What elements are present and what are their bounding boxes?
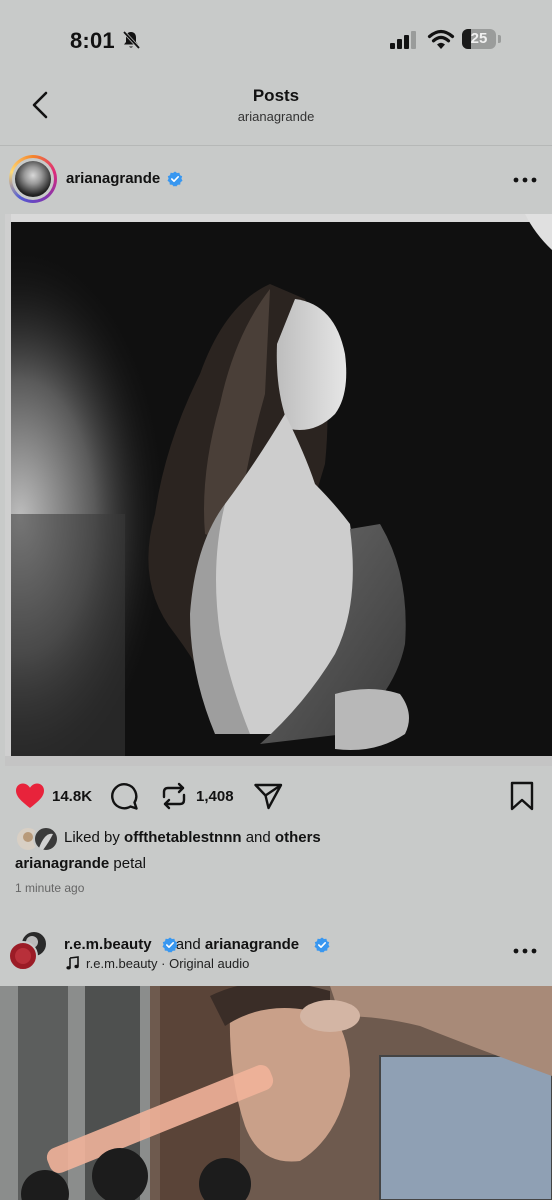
music-note-icon — [66, 956, 79, 970]
verified-badge-icon — [162, 937, 178, 953]
avatar-story-ring[interactable] — [9, 155, 57, 203]
comment-icon[interactable] — [108, 780, 140, 812]
liked-by-text: Liked by offthetablestnnn and others — [64, 829, 321, 846]
cellular-signal-icon — [390, 31, 416, 49]
collab-user-2[interactable]: arianagrande — [205, 936, 299, 953]
audio-label[interactable]: r.e.m.beauty · Original audio — [86, 956, 249, 971]
share-send-icon[interactable] — [252, 780, 284, 812]
verified-badge-icon — [314, 937, 330, 953]
verified-badge-icon — [167, 171, 183, 187]
bookmark-icon[interactable] — [506, 780, 538, 812]
avatar — [15, 161, 51, 197]
page-title: Posts — [252, 86, 300, 105]
post-caption: arianagrande petal — [15, 855, 146, 872]
battery-indicator: 25 — [462, 29, 502, 51]
wifi-icon — [427, 29, 455, 49]
collab-usernames: r.e.m.beauty and arianagrande — [64, 936, 300, 953]
battery-percent: 25 — [470, 30, 488, 47]
collab-user-1[interactable]: r.e.m.beauty — [64, 936, 152, 953]
liked-by-avatars — [15, 826, 59, 852]
bell-muted-icon — [122, 30, 140, 50]
header-divider — [0, 145, 552, 146]
collab-avatars[interactable] — [8, 930, 50, 972]
like-count[interactable]: 14.8K — [52, 788, 92, 805]
repost-count[interactable]: 1,408 — [196, 788, 234, 805]
page-subtitle: arianagrande — [237, 109, 315, 124]
post-username[interactable]: arianagrande — [66, 170, 160, 187]
caption-username[interactable]: arianagrande — [15, 855, 109, 872]
post-photo[interactable] — [5, 214, 552, 766]
liked-by-others[interactable]: others — [275, 829, 321, 846]
post-timestamp: 1 minute ago — [15, 881, 85, 895]
repost-icon[interactable] — [158, 780, 190, 812]
liked-by-username[interactable]: offthetablestnnn — [124, 829, 242, 846]
more-options-icon[interactable] — [513, 177, 537, 183]
post-video[interactable] — [0, 986, 552, 1200]
heart-liked-icon[interactable] — [14, 780, 46, 812]
status-time: 8:01 — [70, 28, 115, 53]
more-options-icon[interactable] — [513, 948, 537, 954]
